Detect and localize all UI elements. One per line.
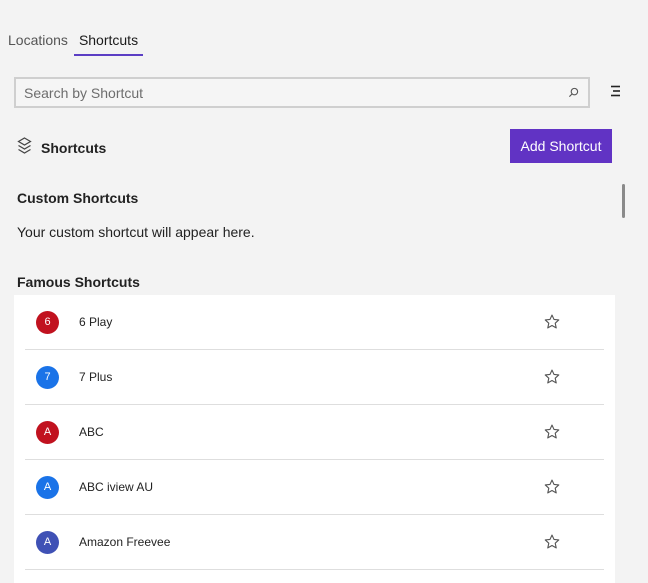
- avatar: 7: [36, 365, 59, 389]
- star-outline-icon[interactable]: [543, 423, 561, 441]
- tab-shortcuts[interactable]: Shortcuts: [73, 28, 144, 56]
- avatar: 6: [36, 310, 59, 334]
- famous-shortcuts-heading: Famous Shortcuts: [17, 274, 140, 290]
- shortcut-name: 7 Plus: [79, 370, 113, 384]
- menu-icon[interactable]: [609, 84, 623, 98]
- custom-shortcuts-heading: Custom Shortcuts: [17, 190, 139, 206]
- shortcut-name: Amazon Freevee: [79, 535, 171, 549]
- tab-locations[interactable]: Locations: [8, 28, 68, 56]
- scrollbar-thumb[interactable]: [622, 184, 625, 218]
- tab-bar: Locations Shortcuts: [8, 28, 154, 56]
- section-title: Shortcuts: [41, 140, 107, 156]
- star-outline-icon[interactable]: [543, 368, 561, 386]
- list-item[interactable]: A Amazon Freevee: [25, 515, 604, 570]
- famous-shortcuts-list: 6 6 Play 7 7 Plus A ABC A ABC iview AU A…: [14, 295, 615, 583]
- shortcut-name: ABC iview AU: [79, 480, 154, 494]
- search-box: [14, 77, 590, 108]
- shortcut-name: 6 Play: [79, 315, 113, 329]
- star-outline-icon[interactable]: [543, 478, 561, 496]
- search-icon[interactable]: [566, 86, 580, 100]
- list-item[interactable]: A ABC: [25, 405, 604, 460]
- list-item[interactable]: 7 7 Plus: [25, 350, 604, 405]
- list-item[interactable]: 6 6 Play: [25, 295, 604, 350]
- shortcuts-icon: [17, 137, 32, 159]
- shortcut-name: ABC: [79, 425, 104, 439]
- section-header: Shortcuts: [17, 137, 106, 159]
- avatar: A: [36, 420, 59, 444]
- custom-shortcuts-empty-text: Your custom shortcut will appear here.: [17, 224, 255, 240]
- list-item[interactable]: A ABC iview AU: [25, 460, 604, 515]
- star-outline-icon[interactable]: [543, 533, 561, 551]
- add-shortcut-button[interactable]: Add Shortcut: [510, 129, 612, 163]
- star-outline-icon[interactable]: [543, 313, 561, 331]
- search-input[interactable]: [24, 84, 566, 101]
- avatar: A: [36, 530, 59, 554]
- avatar: A: [36, 475, 59, 499]
